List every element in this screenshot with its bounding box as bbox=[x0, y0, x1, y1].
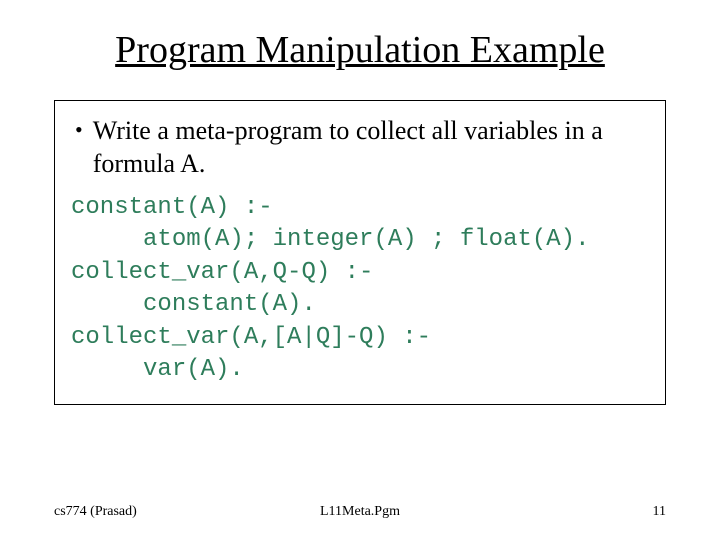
code-line: collect_var(A,Q-Q) :- bbox=[71, 259, 373, 286]
footer-center: L11Meta.Pgm bbox=[54, 504, 666, 520]
page-title: Program Manipulation Example bbox=[54, 28, 666, 72]
code-line: atom(A); integer(A) ; float(A). bbox=[71, 226, 589, 253]
slide: Program Manipulation Example • Write a m… bbox=[0, 0, 720, 540]
code-line: collect_var(A,[A|Q]-Q) :- bbox=[71, 324, 431, 351]
bullet-marker: • bbox=[75, 115, 83, 146]
bullet-item: • Write a meta-program to collect all va… bbox=[71, 115, 649, 180]
bullet-text: Write a meta-program to collect all vari… bbox=[93, 115, 649, 180]
code-line: var(A). bbox=[71, 356, 244, 383]
code-line: constant(A). bbox=[71, 291, 316, 318]
content-box: • Write a meta-program to collect all va… bbox=[54, 100, 666, 405]
code-block: constant(A) :- atom(A); integer(A) ; flo… bbox=[71, 192, 649, 386]
footer: cs774 (Prasad) L11Meta.Pgm 11 bbox=[54, 504, 666, 520]
code-line: constant(A) :- bbox=[71, 194, 273, 221]
